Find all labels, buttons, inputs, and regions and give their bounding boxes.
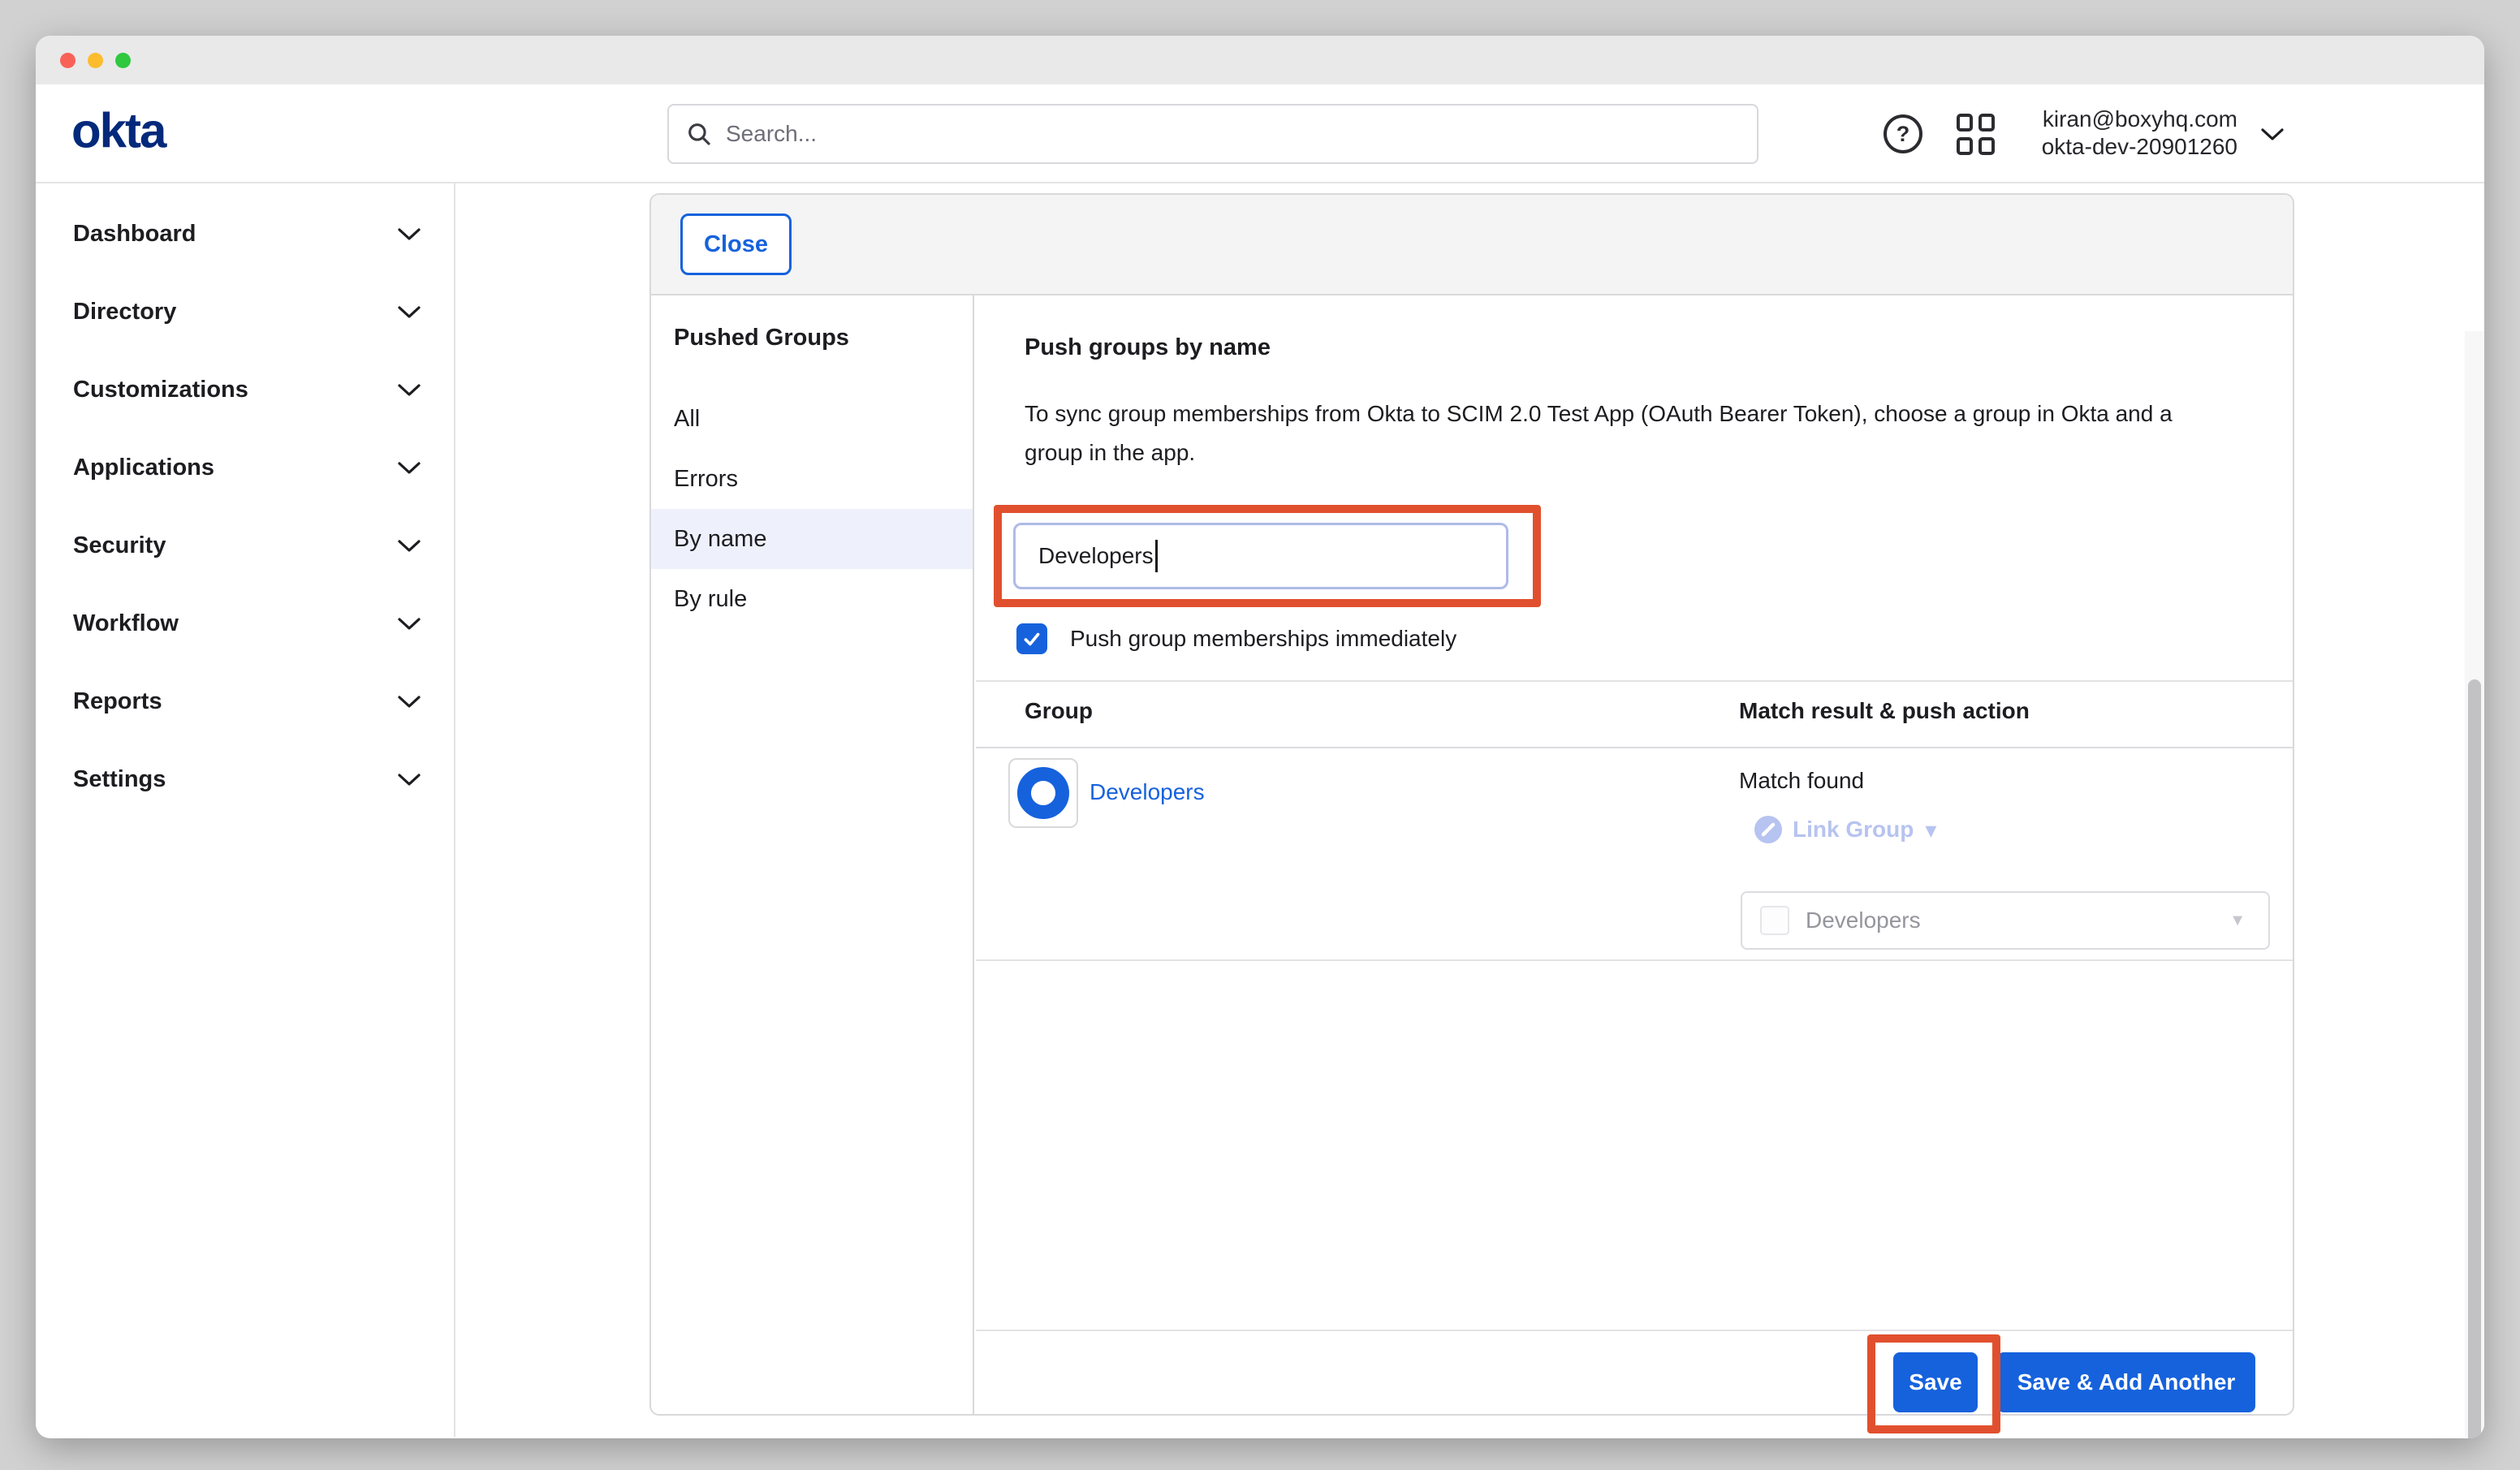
- account-org: okta-dev-20901260: [2009, 133, 2237, 161]
- scrollbar-track[interactable]: [2465, 331, 2484, 1437]
- link-group-label: Link Group: [1793, 817, 1914, 843]
- sidebar-item-label: Dashboard: [73, 221, 397, 248]
- desktop: { "colors": { "accent_blue": "#1662dd", …: [0, 0, 2520, 1470]
- subnav-item-by-name[interactable]: By name: [651, 509, 973, 569]
- group-name-link[interactable]: Developers: [1090, 779, 1205, 805]
- app-header: okta ? kiran@boxyhq.com okta-dev-2090126…: [36, 84, 2484, 183]
- save-button[interactable]: Save: [1893, 1352, 1978, 1412]
- dialog-toolbar: Close: [651, 195, 2293, 295]
- traffic-lights: [60, 53, 131, 68]
- check-icon: [1021, 628, 1042, 649]
- chevron-down-icon: [397, 773, 421, 787]
- search-icon: [685, 120, 713, 148]
- window-titlebar: [36, 36, 2484, 84]
- sidebar: Dashboard Directory Customizations Appli…: [36, 183, 455, 1437]
- chevron-down-icon: [397, 461, 421, 475]
- sidebar-item-label: Applications: [73, 455, 397, 481]
- push-by-name-form: Push groups by name To sync group member…: [976, 295, 2293, 1414]
- push-immediately-row: Push group memberships immediately: [1016, 623, 1456, 654]
- chevron-down-icon: [397, 695, 421, 709]
- push-immediately-label: Push group memberships immediately: [1070, 626, 1456, 652]
- footer-border: [976, 1330, 2293, 1331]
- group-avatar: [1008, 758, 1078, 828]
- sidebar-item-label: Customizations: [73, 377, 397, 403]
- save-add-another-button[interactable]: Save & Add Another: [1997, 1352, 2255, 1412]
- subnav-item-all[interactable]: All: [651, 389, 973, 449]
- text-cursor: [1155, 540, 1158, 572]
- sidebar-item-label: Security: [73, 532, 397, 559]
- grid-cell: [1957, 114, 1973, 131]
- group-icon: [1017, 767, 1069, 819]
- form-description-line: To sync group memberships from Okta to S…: [1025, 394, 2173, 433]
- group-name-input-value: Developers: [1038, 543, 1154, 569]
- body-row: Dashboard Directory Customizations Appli…: [36, 183, 2484, 1437]
- browser-window: okta ? kiran@boxyhq.com okta-dev-2090126…: [36, 36, 2484, 1438]
- chevron-down-icon: [397, 617, 421, 631]
- push-groups-dialog: Close Pushed Groups All Errors By name B…: [649, 193, 2294, 1416]
- grid-cell: [1957, 137, 1973, 155]
- global-search[interactable]: [667, 104, 1758, 164]
- subnav-item-by-rule[interactable]: By rule: [651, 569, 973, 629]
- form-title: Push groups by name: [1025, 334, 1271, 361]
- close-button[interactable]: Close: [680, 213, 792, 275]
- column-header-match: Match result & push action: [1739, 698, 2030, 724]
- group-name-input[interactable]: Developers: [1013, 523, 1508, 589]
- match-status: Match found: [1739, 768, 1864, 794]
- grid-cell: [1978, 137, 1995, 155]
- chevron-down-icon[interactable]: [2260, 127, 2285, 141]
- push-immediately-checkbox[interactable]: [1016, 623, 1047, 654]
- apps-grid-icon[interactable]: [1957, 114, 1997, 154]
- sidebar-item-applications[interactable]: Applications: [36, 438, 454, 497]
- table-header-border: [976, 747, 2293, 748]
- table-top-border: [976, 680, 2293, 682]
- grid-cell: [1978, 114, 1995, 131]
- chevron-down-icon: [397, 227, 421, 241]
- chevron-down-icon: [397, 383, 421, 397]
- chevron-down-icon: [397, 539, 421, 553]
- account-email: kiran@boxyhq.com: [2009, 106, 2237, 133]
- sidebar-item-reports[interactable]: Reports: [36, 672, 454, 731]
- account-menu[interactable]: kiran@boxyhq.com okta-dev-20901260: [2009, 106, 2237, 161]
- sidebar-item-customizations[interactable]: Customizations: [36, 360, 454, 419]
- close-window-icon[interactable]: [60, 53, 76, 68]
- okta-logo: okta: [71, 103, 165, 159]
- caret-down-icon: ▼: [2229, 912, 2246, 930]
- sidebar-item-label: Settings: [73, 766, 397, 793]
- sidebar-item-security[interactable]: Security: [36, 516, 454, 575]
- table-row-border: [976, 959, 2293, 961]
- scrollbar-thumb[interactable]: [2468, 679, 2481, 1438]
- sidebar-item-workflow[interactable]: Workflow: [36, 594, 454, 653]
- sidebar-item-dashboard[interactable]: Dashboard: [36, 205, 454, 263]
- sidebar-item-label: Directory: [73, 299, 397, 325]
- help-icon[interactable]: ?: [1884, 114, 1922, 153]
- search-input[interactable]: [726, 121, 1741, 147]
- link-group-action[interactable]: Link Group ▾: [1754, 815, 1936, 844]
- target-group-select[interactable]: Developers ▼: [1741, 891, 2270, 950]
- link-icon: [1754, 815, 1783, 844]
- sidebar-item-settings[interactable]: Settings: [36, 750, 454, 808]
- column-header-group: Group: [1025, 698, 1093, 724]
- sidebar-item-directory[interactable]: Directory: [36, 282, 454, 341]
- target-group-value: Developers: [1806, 907, 2229, 933]
- chevron-down-icon: [397, 305, 421, 319]
- group-placeholder-icon: [1760, 906, 1789, 935]
- minimize-window-icon[interactable]: [88, 53, 103, 68]
- sidebar-item-label: Reports: [73, 688, 397, 715]
- input-highlight-annotation: Developers: [994, 505, 1541, 607]
- subnav-title: Pushed Groups: [674, 325, 973, 351]
- main-area: Close Pushed Groups All Errors By name B…: [455, 183, 2484, 1437]
- form-description: To sync group memberships from Okta to S…: [1025, 394, 2173, 472]
- form-description-line: group in the app.: [1025, 433, 2173, 472]
- sidebar-item-label: Workflow: [73, 610, 397, 637]
- pushed-groups-subnav: Pushed Groups All Errors By name By rule: [651, 295, 974, 1414]
- subnav-item-errors[interactable]: Errors: [651, 449, 973, 509]
- caret-down-icon: ▾: [1925, 817, 1936, 843]
- maximize-window-icon[interactable]: [115, 53, 131, 68]
